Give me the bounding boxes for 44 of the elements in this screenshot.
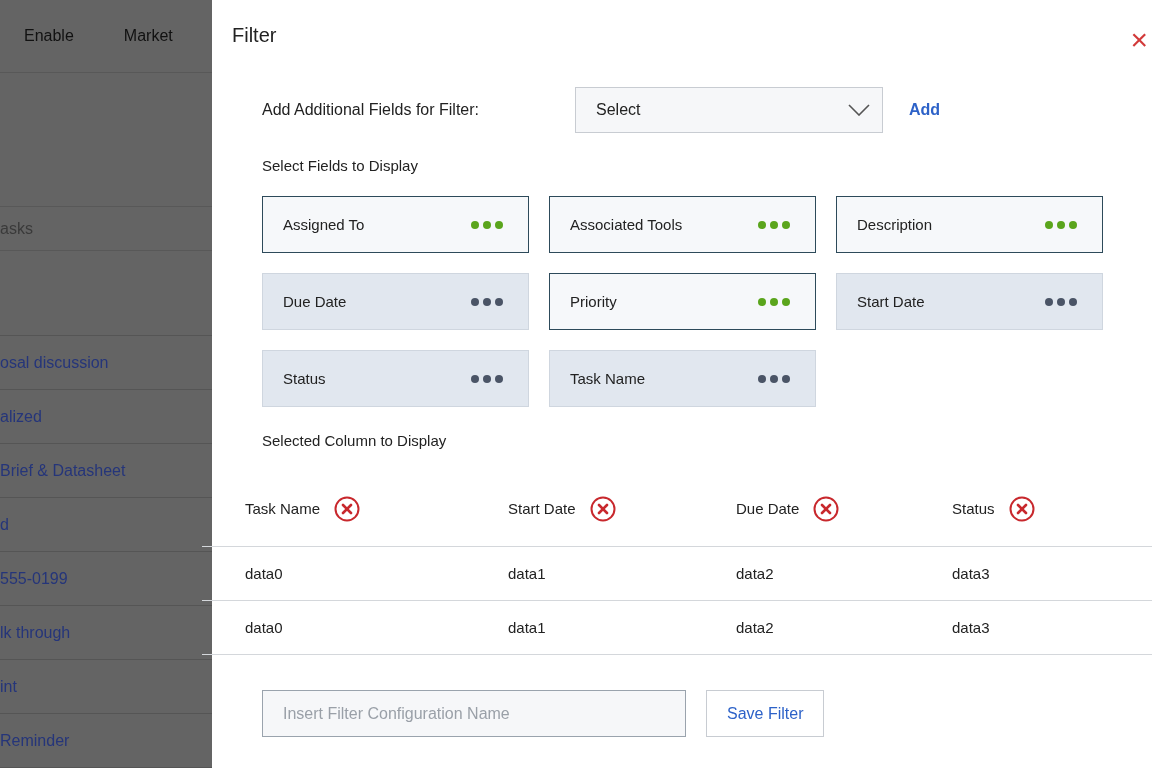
more-icon[interactable] (757, 219, 791, 230)
section-heading: Select Fields to Display (262, 157, 419, 174)
more-icon[interactable] (470, 219, 504, 230)
chevron-down-icon (848, 104, 870, 116)
field-label: Add Additional Fields for Filter: (262, 101, 480, 119)
remove-icon[interactable] (813, 495, 840, 522)
nav-item[interactable]: Enable (24, 27, 74, 46)
section-heading: Selected Column to Display (262, 432, 448, 449)
save-filter-button[interactable]: Save Filter (706, 690, 825, 737)
remove-icon[interactable] (1008, 495, 1035, 522)
more-icon[interactable] (470, 373, 504, 384)
table-cell-text: data0 (245, 565, 284, 582)
more-icon[interactable] (1044, 219, 1078, 230)
column-header: Task Name (245, 500, 321, 517)
more-icon[interactable] (757, 296, 791, 307)
remove-icon[interactable] (589, 495, 616, 522)
column-header: Due Date (736, 500, 800, 517)
field-option[interactable]: Priority (549, 273, 816, 330)
field-option[interactable]: Description (836, 196, 1103, 253)
table-cell-text: data1 (508, 619, 547, 636)
config-name-field[interactable]: Insert Filter Configuration Name (262, 690, 686, 737)
field-option[interactable]: Due Date (262, 273, 529, 330)
field-option[interactable]: Start Date (836, 273, 1103, 330)
more-icon[interactable] (1044, 296, 1078, 307)
field-option[interactable]: Associated Tools (549, 196, 816, 253)
more-icon[interactable] (470, 296, 504, 307)
table-cell-text: data1 (508, 565, 547, 582)
remove-icon[interactable] (334, 495, 361, 522)
field-option[interactable]: Task Name (549, 350, 816, 407)
field-option[interactable]: Status (262, 350, 529, 407)
more-icon[interactable] (757, 373, 791, 384)
table-cell-text: data2 (736, 619, 775, 636)
close-button[interactable]: × (1130, 26, 1148, 54)
column-header: Status (952, 500, 995, 517)
table-cell-text: data2 (736, 565, 775, 582)
field-option[interactable]: Assigned To (262, 196, 529, 253)
table-cell-text: data3 (952, 565, 991, 582)
drawer-title: Filter (232, 24, 277, 47)
field-select[interactable]: Select (575, 87, 883, 133)
nav-item[interactable]: Market (123, 27, 173, 46)
table-cell-text: data3 (952, 619, 991, 636)
column-header: Start Date (508, 500, 576, 517)
add-button[interactable]: Add (897, 97, 953, 123)
table-cell-text: data0 (245, 619, 284, 636)
